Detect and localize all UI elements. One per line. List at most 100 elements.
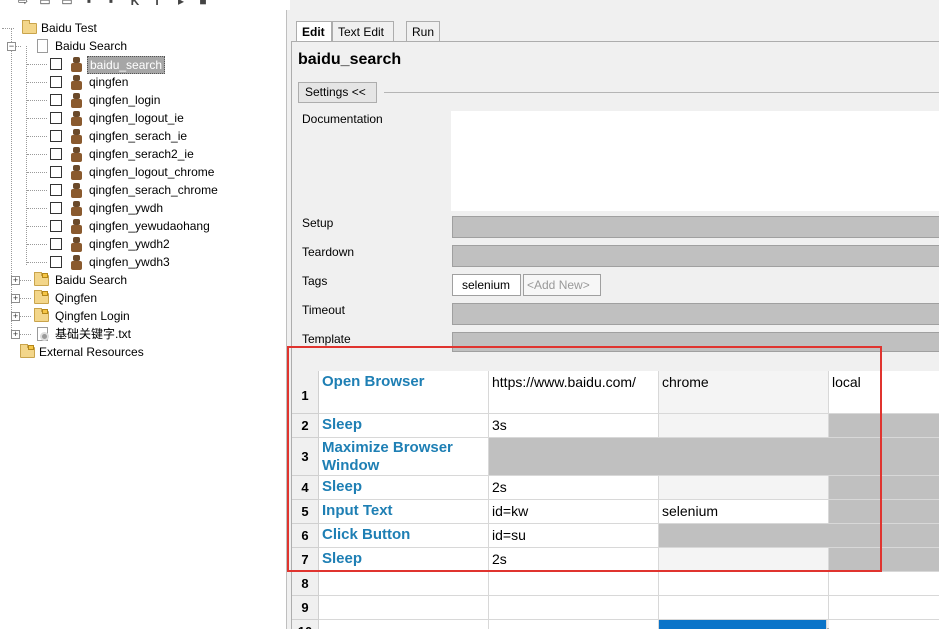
template-field[interactable] (452, 332, 939, 352)
arg-cell[interactable] (829, 596, 939, 620)
stop-icon[interactable]: ■ (196, 0, 210, 8)
row-number[interactable]: 2 (292, 414, 319, 438)
row-number[interactable]: 8 (292, 572, 319, 596)
tree-test-item[interactable]: qingfen_yewudaohang (0, 217, 287, 235)
arg-cell[interactable]: id=su (489, 524, 659, 548)
arg-cell[interactable] (489, 572, 659, 596)
row-number[interactable]: 1 (292, 371, 319, 414)
timeout-field[interactable] (452, 303, 939, 325)
test-checkbox[interactable] (50, 238, 62, 250)
keyword-cell[interactable]: Sleep (319, 476, 489, 500)
test-checkbox[interactable] (50, 94, 62, 106)
test-checkbox[interactable] (50, 220, 62, 232)
arg-cell[interactable]: id=kw (489, 500, 659, 524)
arg-cell[interactable] (659, 476, 829, 500)
save-icon[interactable]: ▪ (82, 0, 96, 8)
tree-suite-qingfen-login[interactable]: + Qingfen Login (0, 307, 287, 325)
arg-cell[interactable] (659, 596, 829, 620)
open-icon[interactable]: ▭ (38, 0, 52, 8)
row-number[interactable]: 9 (292, 596, 319, 620)
test-checkbox[interactable] (50, 112, 62, 124)
test-checkbox[interactable] (50, 202, 62, 214)
tree-test-item[interactable]: qingfen_serach_chrome (0, 181, 287, 199)
arg-cell-disabled[interactable] (829, 476, 939, 500)
arg-cell-disabled[interactable] (829, 500, 939, 524)
add-tag-button[interactable]: <Add New> (523, 274, 601, 296)
tree-test-item[interactable]: qingfen_logout_ie (0, 109, 287, 127)
row-number[interactable]: 10 (292, 620, 319, 629)
arg-cell-selected[interactable] (659, 620, 827, 629)
run-icon[interactable]: ▸ (174, 0, 188, 8)
arg-cell[interactable] (659, 414, 829, 438)
row-number[interactable]: 6 (292, 524, 319, 548)
expand-icon[interactable]: + (11, 276, 20, 285)
arg-cell[interactable]: https://www.baidu.com/ (489, 371, 659, 414)
arg-cell[interactable] (829, 572, 939, 596)
teardown-field[interactable] (452, 245, 939, 267)
settings-toggle-button[interactable]: Settings << (298, 82, 377, 103)
test-checkbox[interactable] (50, 130, 62, 142)
tab-text-edit[interactable]: Text Edit (332, 21, 394, 41)
arg-cell[interactable] (489, 596, 659, 620)
arg-cell-disabled[interactable] (489, 438, 939, 476)
tree-test-item[interactable]: qingfen_ywdh3 (0, 253, 287, 271)
save-all-icon[interactable]: ▪ (104, 0, 118, 8)
test-checkbox[interactable] (50, 184, 62, 196)
tree-suite-qingfen[interactable]: + Qingfen (0, 289, 287, 307)
arg-cell[interactable]: 2s (489, 476, 659, 500)
tree-suite-baidu-search-open[interactable]: − Baidu Search (0, 37, 287, 55)
expand-icon[interactable]: + (11, 330, 20, 339)
test-checkbox[interactable] (50, 76, 62, 88)
expand-icon[interactable]: + (11, 312, 20, 321)
keyword-cell[interactable] (319, 572, 489, 596)
keyword-cell[interactable]: Sleep (319, 414, 489, 438)
tab-run[interactable]: Run (406, 21, 440, 41)
collapse-icon[interactable]: − (7, 42, 16, 51)
tree-test-item[interactable]: qingfen_serach_ie (0, 127, 287, 145)
open-folder-icon[interactable]: ▭ (60, 0, 74, 8)
tree-test-item[interactable]: qingfen_serach2_ie (0, 145, 287, 163)
test-icon[interactable]: T (150, 0, 164, 8)
tree-test-item[interactable]: qingfen_ywdh (0, 199, 287, 217)
tree-test-item[interactable]: qingfen (0, 73, 287, 91)
test-checkbox[interactable] (50, 256, 62, 268)
arg-cell[interactable]: 2s (489, 548, 659, 572)
tree-test-item[interactable]: baidu_search (0, 55, 287, 74)
tree-test-item[interactable]: qingfen_logout_chrome (0, 163, 287, 181)
arg-cell[interactable] (659, 548, 829, 572)
test-checkbox[interactable] (50, 166, 62, 178)
arg-cell[interactable]: local (829, 371, 939, 414)
keyword-cell[interactable]: Maximize Browser Window (319, 438, 489, 476)
keyword-cell[interactable] (319, 620, 489, 629)
arg-cell-disabled[interactable] (829, 548, 939, 572)
keyword-cell[interactable]: Input Text (319, 500, 489, 524)
setup-field[interactable] (452, 216, 939, 238)
arg-cell-disabled[interactable] (829, 414, 939, 438)
keyword-cell[interactable]: Click Button (319, 524, 489, 548)
row-number[interactable]: 4 (292, 476, 319, 500)
documentation-field[interactable] (451, 111, 939, 211)
tag-chip[interactable]: selenium (452, 274, 521, 296)
keyword-cell[interactable]: Open Browser (319, 371, 489, 414)
keyword-icon[interactable]: K (128, 0, 142, 8)
tree-resource-file[interactable]: + 基础关键字.txt (0, 325, 287, 343)
keyword-cell[interactable] (319, 596, 489, 620)
tree-test-item[interactable]: qingfen_ywdh2 (0, 235, 287, 253)
row-number[interactable]: 7 (292, 548, 319, 572)
row-number[interactable]: 3 (292, 438, 319, 476)
arg-cell[interactable] (829, 620, 939, 629)
arg-cell[interactable]: chrome (659, 371, 829, 414)
row-number[interactable]: 5 (292, 500, 319, 524)
arg-cell[interactable] (659, 572, 829, 596)
tree-external-resources[interactable]: External Resources (0, 343, 287, 361)
test-checkbox[interactable] (50, 58, 62, 70)
tree-suite-baidu-search[interactable]: + Baidu Search (0, 271, 287, 289)
test-checkbox[interactable] (50, 148, 62, 160)
keyword-cell[interactable]: Sleep (319, 548, 489, 572)
arrow-icon[interactable]: ⇨ (16, 0, 30, 8)
tab-edit[interactable]: Edit (296, 21, 332, 42)
tree-test-item[interactable]: qingfen_login (0, 91, 287, 109)
arg-cell-disabled[interactable] (659, 524, 939, 548)
arg-cell[interactable]: selenium (659, 500, 829, 524)
arg-cell[interactable] (489, 620, 659, 629)
